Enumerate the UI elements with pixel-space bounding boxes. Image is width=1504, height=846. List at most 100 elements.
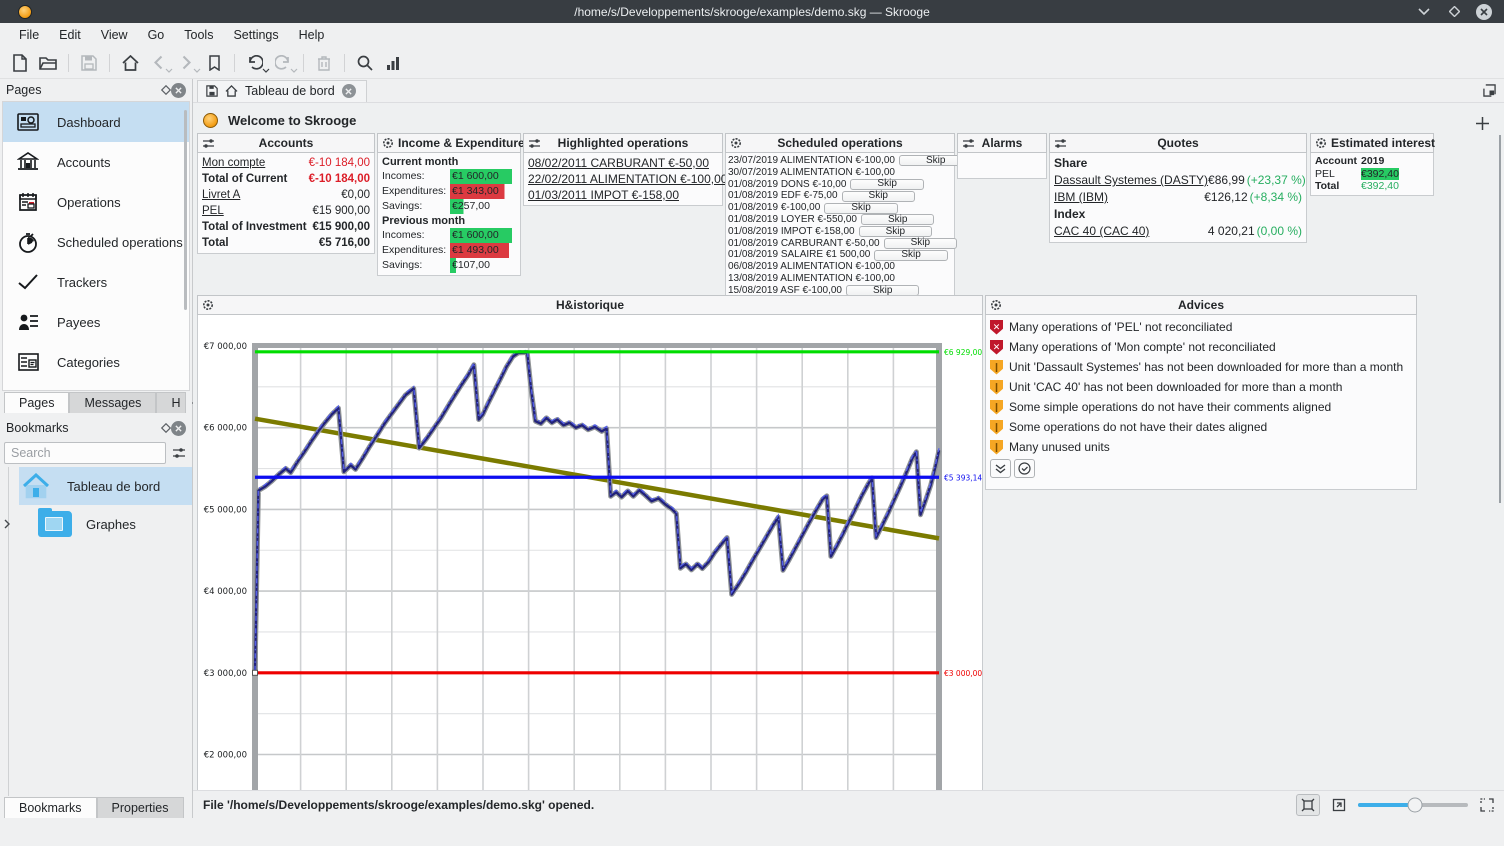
sidebar-item-dashboard[interactable]: Dashboard bbox=[3, 102, 189, 142]
menu-file[interactable]: File bbox=[10, 25, 48, 45]
zoom-fit-button[interactable] bbox=[1296, 794, 1320, 816]
widget-header-quotes[interactable]: Quotes bbox=[1049, 133, 1307, 153]
widget-header-highlighted-operations[interactable]: Highlighted operations bbox=[523, 133, 723, 153]
widget-header-alarms[interactable]: Alarms bbox=[957, 133, 1047, 153]
report-chart-button[interactable] bbox=[379, 50, 407, 76]
income-expense-row: Expenditures:€1 493,00 bbox=[382, 243, 516, 258]
float-panel-icon[interactable] bbox=[161, 85, 171, 95]
zoom-original-button[interactable] bbox=[1332, 798, 1346, 812]
menu-go[interactable]: Go bbox=[139, 25, 174, 45]
widget-header-accounts[interactable]: Accounts bbox=[197, 133, 375, 153]
bookmark-item-graphes[interactable]: Graphes bbox=[0, 505, 192, 543]
sidebar-item-accounts[interactable]: Accounts bbox=[3, 142, 189, 182]
skip-button[interactable]: Skip bbox=[824, 203, 897, 214]
dock2-tab-bookmarks[interactable]: Bookmarks bbox=[4, 797, 97, 818]
sidebar-item-payees[interactable]: Payees bbox=[3, 302, 189, 342]
highlighted-operation-link[interactable]: 22/02/2011 ALIMENTATION €-100,00 bbox=[528, 171, 718, 187]
widget-body-income-expenditure: Current monthIncomes:€1 600,00Expenditur… bbox=[377, 153, 521, 276]
quote-name[interactable]: IBM (IBM) bbox=[1054, 189, 1204, 206]
dock-tab-h[interactable]: H bbox=[156, 392, 186, 413]
skip-button[interactable]: Skip bbox=[861, 214, 934, 225]
maximize-icon[interactable] bbox=[1446, 4, 1462, 20]
expand-advices-button[interactable] bbox=[990, 459, 1011, 478]
pages-scrollbar[interactable] bbox=[184, 110, 187, 310]
filter-icon[interactable] bbox=[172, 447, 186, 459]
scheduled-operation-row: 01/08/2019 SALAIRE €1 500,00Skip bbox=[728, 249, 952, 261]
close-panel-icon[interactable] bbox=[171, 421, 186, 436]
tab-tableau-de-bord[interactable]: Tableau de bord bbox=[197, 80, 367, 102]
add-widget-icon[interactable] bbox=[1475, 116, 1490, 131]
detach-tab-icon[interactable] bbox=[1483, 84, 1496, 97]
advice-row: ❙Some simple operations do not have thei… bbox=[990, 397, 1412, 417]
interest-row: PEL€392,40 bbox=[1315, 168, 1429, 181]
skip-button[interactable]: Skip bbox=[884, 238, 957, 249]
skip-button[interactable]: Skip bbox=[842, 191, 915, 202]
widget-title: Quotes bbox=[1070, 136, 1286, 150]
zoom-slider-handle[interactable] bbox=[1408, 797, 1423, 812]
minimize-icon[interactable] bbox=[1416, 4, 1432, 20]
dock-tab-messages[interactable]: Messages bbox=[69, 392, 156, 413]
sidebar-item-categories[interactable]: Categories bbox=[3, 342, 189, 382]
advice-text: Many operations of 'PEL' not reconciliat… bbox=[1009, 317, 1232, 337]
folder-icon bbox=[38, 511, 72, 537]
welcome-header: Welcome to Skrooge bbox=[203, 113, 356, 128]
quote-name[interactable]: CAC 40 (CAC 40) bbox=[1054, 223, 1208, 240]
highlighted-operation-link[interactable]: 01/03/2011 IMPOT €-158,00 bbox=[528, 187, 718, 203]
close-panel-icon[interactable] bbox=[171, 83, 186, 98]
skip-button[interactable]: Skip bbox=[874, 250, 947, 261]
menu-view[interactable]: View bbox=[92, 25, 137, 45]
quote-name[interactable]: Dassault Systemes (DASTY) bbox=[1054, 172, 1208, 189]
skip-button[interactable]: Skip bbox=[859, 226, 932, 237]
widget-header-advices[interactable]: Advices bbox=[985, 295, 1417, 315]
widget-header-historique[interactable]: H&istorique bbox=[197, 295, 983, 315]
sidebar-item-scheduled-operations[interactable]: Scheduled operations bbox=[3, 222, 189, 262]
menu-help[interactable]: Help bbox=[290, 25, 334, 45]
close-icon[interactable] bbox=[1476, 4, 1492, 20]
bookmark-item-tableau-de-bord[interactable]: Tableau de bord bbox=[19, 467, 192, 505]
history-chart: €7 000,00€6 000,00€5 000,00€4 000,00€3 0… bbox=[198, 315, 982, 790]
search-button[interactable] bbox=[351, 50, 379, 76]
scheduled-operation-row: 01/08/2019 IMPOT €-158,00 Skip bbox=[728, 226, 952, 238]
skip-button[interactable]: Skip bbox=[850, 179, 923, 190]
gear-icon bbox=[382, 137, 394, 149]
redo-icon bbox=[275, 55, 291, 70]
account-name[interactable]: Livret A bbox=[202, 187, 240, 203]
widget-header-scheduled-operations[interactable]: Scheduled operations bbox=[725, 133, 955, 153]
zoom-in-icon[interactable] bbox=[1480, 798, 1494, 812]
bookmarks-search-input[interactable]: Search bbox=[4, 442, 166, 464]
sidebar-item-operations[interactable]: Operations bbox=[3, 182, 189, 222]
dismiss-advice-button[interactable] bbox=[1014, 459, 1035, 478]
account-balance: €5 716,00 bbox=[319, 235, 370, 251]
toolbar-separator bbox=[344, 54, 345, 72]
report-chart-icon bbox=[386, 56, 400, 70]
float-panel-icon[interactable] bbox=[161, 423, 171, 433]
menu-tools[interactable]: Tools bbox=[175, 25, 222, 45]
home-button[interactable] bbox=[116, 50, 144, 76]
tab-label: Tableau de bord bbox=[245, 84, 335, 98]
scheduled-operation-text: 13/08/2019 ALIMENTATION €-100,00 bbox=[728, 273, 895, 285]
account-name[interactable]: Mon compte bbox=[202, 155, 265, 171]
tab-save-icon bbox=[206, 85, 218, 97]
widget-header-income-expenditure[interactable]: Income & Expenditure bbox=[377, 133, 521, 153]
dashboard-scrollbar[interactable] bbox=[1499, 135, 1502, 503]
account-balance: €-10 184,00 bbox=[309, 155, 370, 171]
undo-button[interactable] bbox=[241, 50, 269, 76]
sidebar-item-label: Categories bbox=[57, 355, 120, 370]
page-button[interactable] bbox=[200, 50, 228, 76]
menu-settings[interactable]: Settings bbox=[224, 25, 287, 45]
dock2-tab-properties[interactable]: Properties bbox=[97, 797, 184, 818]
widget-header-estimated-interest[interactable]: Estimated interest bbox=[1310, 133, 1434, 153]
account-name[interactable]: PEL bbox=[202, 203, 224, 219]
dock-tab-pages[interactable]: Pages bbox=[4, 392, 69, 413]
open-file-button[interactable] bbox=[34, 50, 62, 76]
zoom-slider[interactable] bbox=[1358, 803, 1468, 807]
highlighted-operation-link[interactable]: 08/02/2011 CARBURANT €-50,00 bbox=[528, 155, 718, 171]
tab-close-icon[interactable] bbox=[342, 84, 356, 98]
new-document-button[interactable] bbox=[6, 50, 34, 76]
sidebar-item-trackers[interactable]: Trackers bbox=[3, 262, 189, 302]
section-label: Current month bbox=[382, 155, 516, 169]
menu-edit[interactable]: Edit bbox=[50, 25, 90, 45]
scheduled-operation-text: 01/08/2019 €-100,00 bbox=[728, 202, 820, 214]
scheduled-operation-text: 01/08/2019 IMPOT €-158,00 bbox=[728, 226, 855, 238]
window-titlebar[interactable]: /home/s/Developpements/skrooge/examples/… bbox=[0, 0, 1504, 23]
